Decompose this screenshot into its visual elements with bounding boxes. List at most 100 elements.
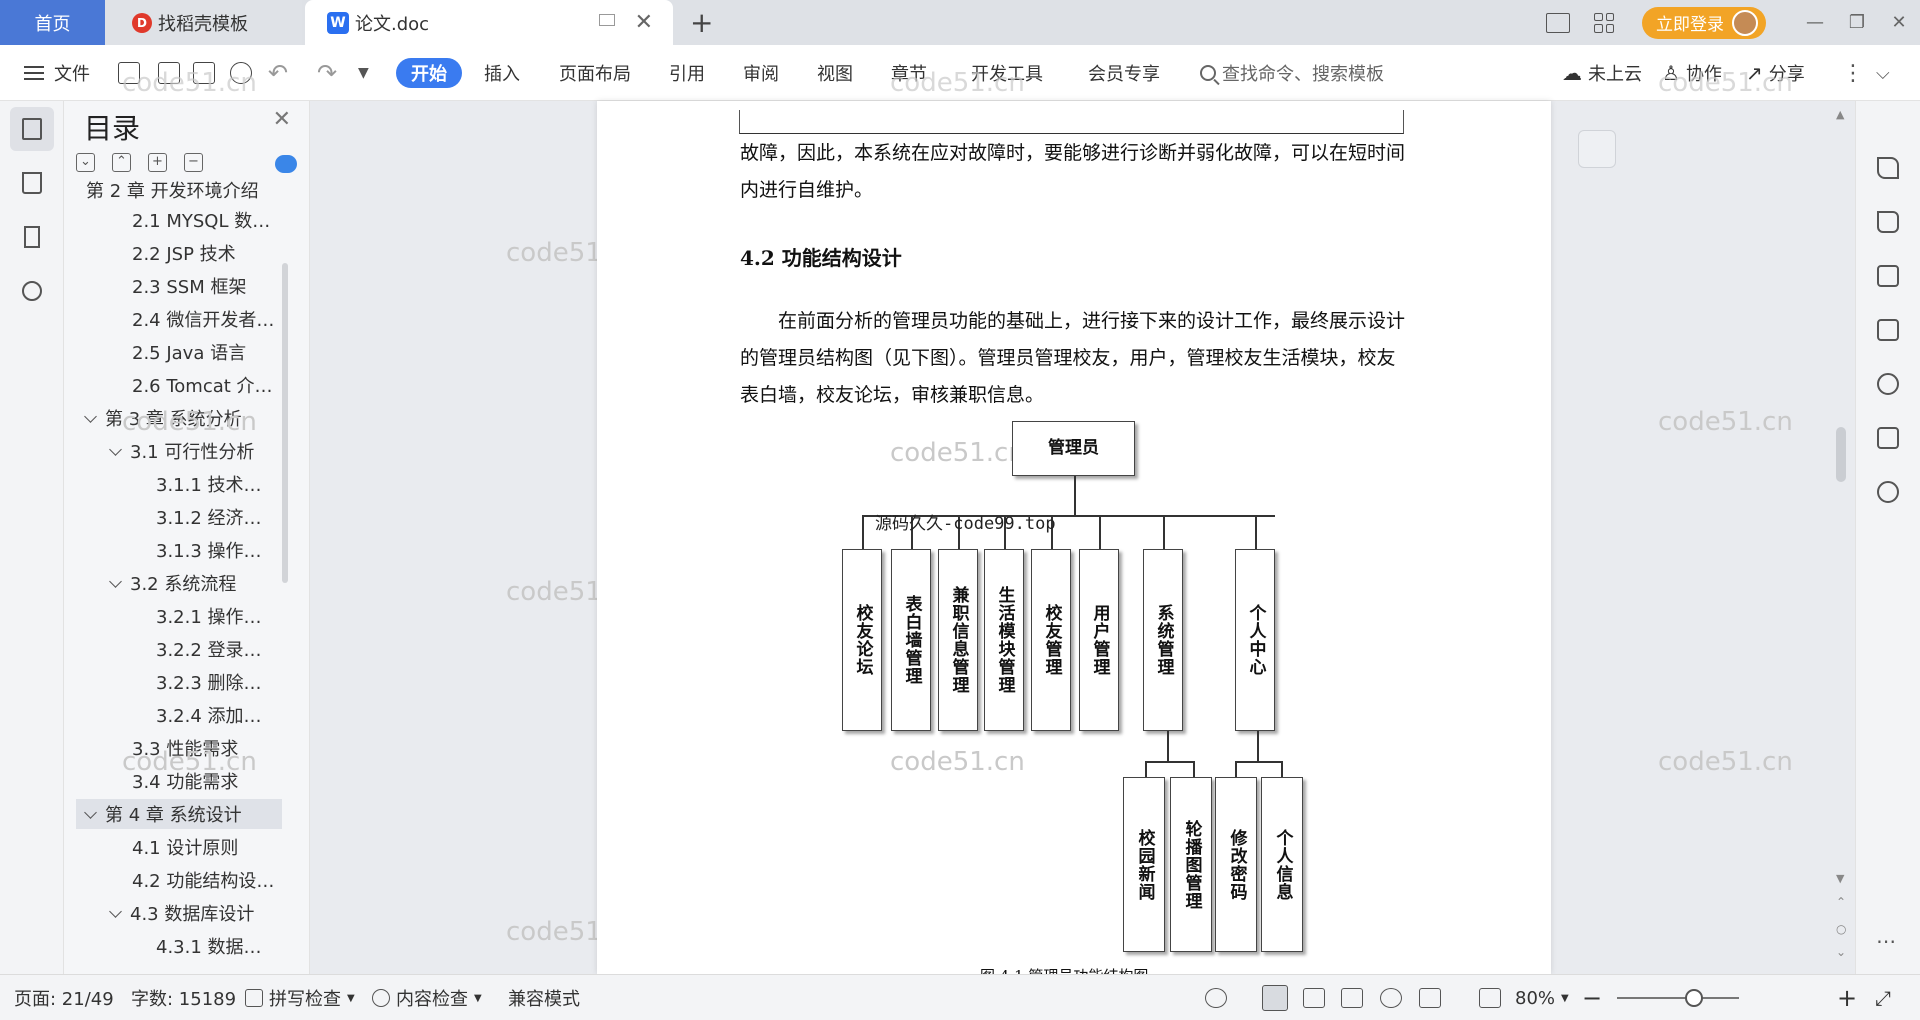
outline-panel-button[interactable]: [10, 161, 54, 205]
fullscreen-icon[interactable]: ⤢: [1875, 975, 1891, 1020]
spell-check-button[interactable]: 拼写检查 ▼: [245, 975, 355, 1020]
tab-page-layout[interactable]: 页面布局: [559, 45, 631, 101]
page-view-button[interactable]: [1262, 975, 1288, 1020]
toc-item[interactable]: 2.6 Tomcat 介…: [132, 370, 273, 400]
toc-item[interactable]: 3.2 系统流程: [107, 568, 236, 598]
zoom-slider-handle[interactable]: [1685, 989, 1703, 1007]
toc-item[interactable]: 4.3 数据库设计: [107, 898, 254, 928]
toc-item-selected[interactable]: 第 4 章 系统设计: [76, 799, 282, 829]
page-nav-button[interactable]: [1578, 130, 1616, 168]
org-child-label: 表白墙管理: [901, 595, 922, 685]
reading-layout-icon[interactable]: [1546, 12, 1570, 33]
page-dot-icon[interactable]: ○: [1836, 922, 1846, 936]
adjust-icon[interactable]: [1877, 265, 1899, 287]
book-search-icon[interactable]: [1877, 427, 1899, 449]
close-window-icon[interactable]: ✕: [1878, 12, 1920, 33]
toc-item[interactable]: 2.4 微信开发者…: [132, 304, 274, 334]
restore-icon[interactable]: ❐: [1836, 12, 1878, 33]
pointer-icon[interactable]: [1877, 211, 1899, 233]
toc-item[interactable]: 2.1 MYSQL 数…: [132, 205, 270, 235]
close-tab-icon[interactable]: ✕: [635, 10, 653, 35]
ai-spark-icon[interactable]: [1877, 373, 1899, 395]
monitor-icon[interactable]: [599, 14, 615, 26]
redo-button[interactable]: ↷: [317, 45, 337, 101]
collapse-ribbon-icon[interactable]: ⌵: [1876, 45, 1890, 101]
org-child-box: 生活模块管理: [984, 549, 1024, 731]
scroll-up-icon[interactable]: ▲: [1836, 108, 1844, 121]
chevron-down-icon[interactable]: [84, 409, 97, 423]
toc-item[interactable]: 第 2 章 开发环境介绍: [86, 175, 259, 205]
chevron-down-icon[interactable]: [109, 442, 122, 456]
tab-insert[interactable]: 插入: [484, 45, 520, 101]
toc-item[interactable]: 3.1.1 技术…: [156, 469, 262, 499]
toc-item[interactable]: 2.5 Java 语言: [132, 337, 246, 367]
zoom-slider[interactable]: [1617, 997, 1739, 999]
toc-item[interactable]: 4.3.1 数据…: [156, 931, 262, 961]
image-edit-icon[interactable]: [1877, 319, 1899, 341]
collapse-all-icon[interactable]: ⌃: [112, 153, 131, 172]
tab-start[interactable]: 开始: [396, 58, 462, 88]
more-icon[interactable]: ⋯: [1876, 929, 1896, 953]
more-menu-icon[interactable]: ⋮: [1842, 45, 1864, 101]
close-icon[interactable]: ✕: [273, 107, 291, 132]
outline-view-button[interactable]: [1303, 975, 1325, 1020]
chevron-down-icon[interactable]: [109, 904, 122, 918]
prev-page-icon[interactable]: ⌃: [1836, 895, 1846, 909]
toc-scrollbar[interactable]: [282, 263, 288, 583]
web-view-button[interactable]: [1380, 975, 1402, 1020]
scroll-down-icon[interactable]: ▼: [1836, 872, 1844, 885]
new-tab-icon[interactable]: +: [690, 6, 713, 39]
zoom-in-icon[interactable]: +: [1837, 975, 1857, 1020]
write-mode-button[interactable]: [1419, 975, 1441, 1020]
tab-view[interactable]: 视图: [817, 45, 853, 101]
tab-document[interactable]: W 论文.doc ✕: [305, 0, 673, 45]
customize-quick-access[interactable]: ▼: [358, 45, 369, 101]
help-icon[interactable]: [1877, 481, 1899, 503]
chevron-down-icon[interactable]: [109, 574, 122, 588]
toc-item[interactable]: 2.2 JSP 技术: [132, 238, 236, 268]
search-icon: [1200, 65, 1216, 81]
toc-item[interactable]: 4.1 设计原则: [132, 832, 238, 862]
toc-item[interactable]: 3.1.2 经济…: [156, 502, 262, 532]
toc-item[interactable]: 3.2.1 操作…: [156, 601, 262, 631]
toc-item[interactable]: 3.2.3 删除…: [156, 667, 262, 697]
remove-level-icon[interactable]: −: [184, 153, 203, 172]
bookmark-panel-button[interactable]: [10, 215, 54, 259]
fit-page-button[interactable]: [1479, 975, 1501, 1020]
cloud-status-button[interactable]: ☁ 未上云: [1562, 45, 1642, 101]
toc-item[interactable]: 3.1.3 操作…: [156, 535, 262, 565]
search-panel-button[interactable]: [10, 269, 54, 313]
minimize-icon[interactable]: —: [1794, 12, 1836, 33]
vertical-scrollbar-thumb[interactable]: [1836, 427, 1846, 482]
tab-references[interactable]: 引用: [669, 45, 705, 101]
add-level-icon[interactable]: +: [148, 153, 167, 172]
word-count[interactable]: 字数: 15189: [131, 975, 236, 1020]
zoom-out-icon[interactable]: −: [1582, 975, 1602, 1020]
chevron-down-icon[interactable]: [84, 805, 97, 819]
toc-item[interactable]: 3.2.2 登录…: [156, 634, 262, 664]
tab-member[interactable]: 会员专享: [1088, 45, 1160, 101]
undo-button[interactable]: ↶: [268, 45, 288, 101]
toc-item[interactable]: 3.1 可行性分析: [107, 436, 254, 466]
toc-smart-icon[interactable]: [275, 155, 297, 173]
expand-all-icon[interactable]: ⌄: [76, 153, 95, 172]
tab-review[interactable]: 审阅: [743, 45, 779, 101]
tab-home[interactable]: 首页: [0, 0, 105, 45]
toc-item[interactable]: 2.3 SSM 框架: [132, 271, 246, 301]
zoom-level[interactable]: 80% ▼: [1515, 975, 1569, 1020]
toc-item[interactable]: 4.2 功能结构设…: [132, 865, 274, 895]
document-page[interactable]: 故障，因此，本系统在应对故障时，要能够进行诊断并弱化故障，可以在短时间 内进行自…: [597, 101, 1551, 974]
file-menu[interactable]: 文件: [24, 45, 90, 101]
pen-icon[interactable]: [1877, 157, 1899, 179]
login-button[interactable]: 立即登录: [1642, 6, 1766, 39]
toc-panel-button[interactable]: [10, 107, 54, 151]
apps-grid-icon[interactable]: [1594, 12, 1614, 33]
toc-item[interactable]: 3.2.4 添加…: [156, 700, 262, 730]
tab-template[interactable]: D 找稻壳模板: [110, 0, 302, 45]
next-page-icon[interactable]: ⌄: [1836, 945, 1846, 959]
page-indicator[interactable]: 页面: 21/49: [14, 975, 114, 1020]
content-check-button[interactable]: 内容检查 ▼: [372, 975, 482, 1020]
read-view-button[interactable]: [1341, 975, 1363, 1020]
command-search[interactable]: 查找命令、搜索模板: [1200, 45, 1384, 101]
eye-protect-button[interactable]: [1205, 975, 1227, 1020]
